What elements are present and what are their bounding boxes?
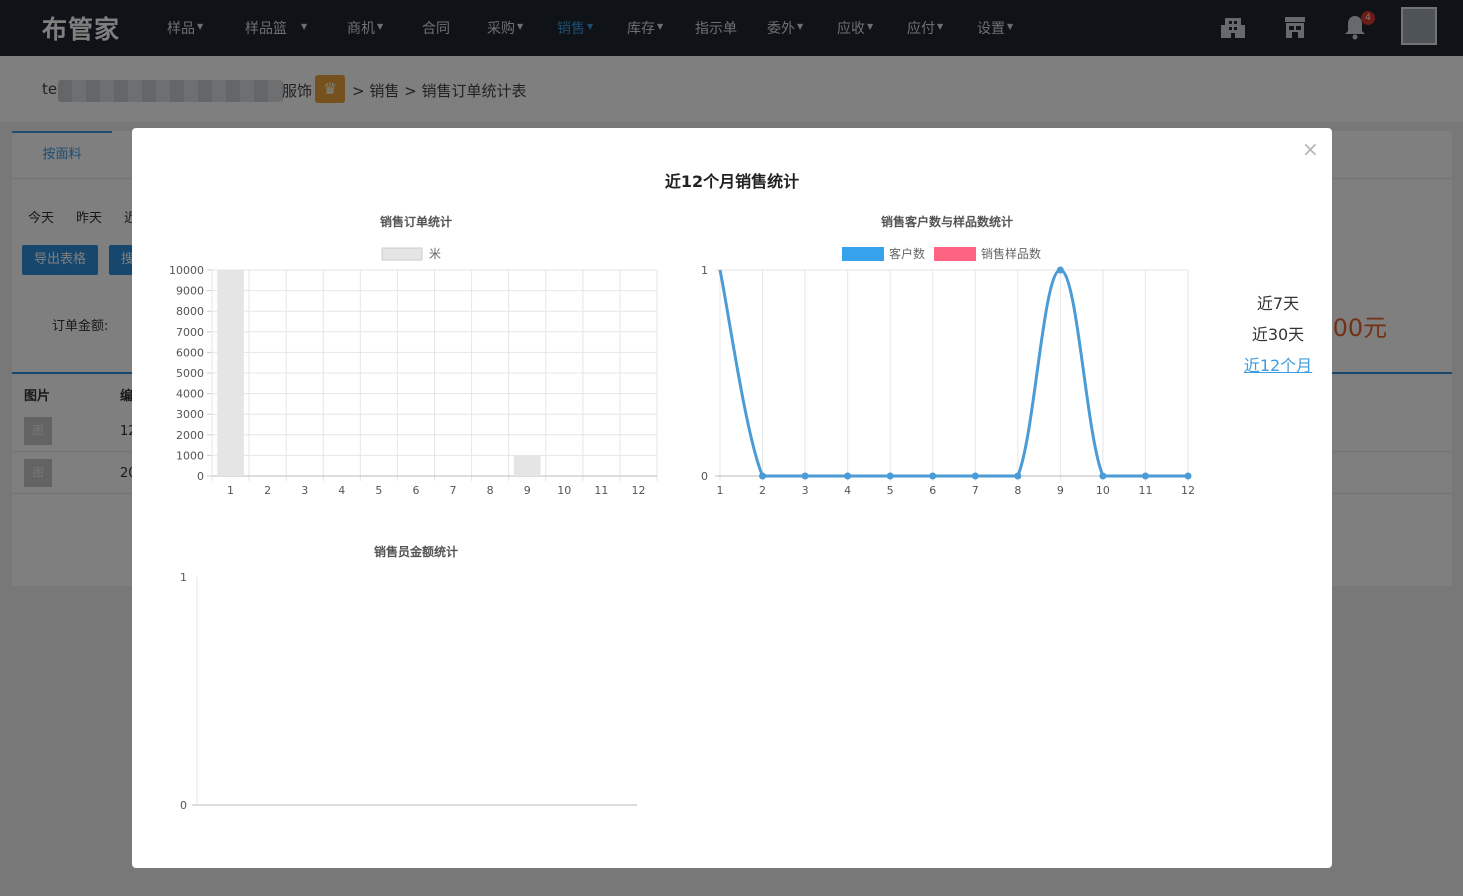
legend-label-samples: 销售样品数 (981, 246, 1041, 261)
y-tick-label: 1000 (176, 449, 204, 462)
y-tick-label: 3000 (176, 408, 204, 421)
x-tick-label: 12 (631, 484, 645, 497)
modal-title: 近12个月销售统计 (664, 172, 800, 191)
x-tick-label: 1 (717, 484, 724, 497)
chart-title-salesperson: 销售员金额统计 (373, 545, 458, 559)
data-point (1099, 472, 1107, 480)
legend-swatch-samples (934, 247, 976, 261)
x-tick-label: 6 (412, 484, 419, 497)
chart-title-customers: 销售客户数与样品数统计 (880, 215, 1013, 229)
data-point (971, 472, 979, 480)
x-tick-label: 9 (1057, 484, 1064, 497)
y-tick-label: 4000 (176, 388, 204, 401)
x-tick-label: 8 (487, 484, 494, 497)
data-point (801, 472, 809, 480)
x-tick-label: 6 (929, 484, 936, 497)
y-tick-label: 6000 (176, 346, 204, 359)
y-tick-label: 10000 (169, 264, 204, 277)
x-tick-label: 10 (557, 484, 571, 497)
x-tick-label: 12 (1181, 484, 1195, 497)
x-tick-label: 10 (1096, 484, 1110, 497)
y-tick-label: 0 (197, 470, 204, 483)
x-tick-label: 3 (301, 484, 308, 497)
y-tick-label: 8000 (176, 305, 204, 318)
y-tick-label: 0 (701, 470, 708, 483)
range-12-months[interactable]: 近12个月 (1233, 352, 1323, 376)
salesperson-chart: 01 (180, 571, 637, 812)
y-tick-label: 2000 (176, 429, 204, 442)
data-point (929, 472, 937, 480)
y-tick-label: 1 (180, 571, 187, 584)
data-point (1141, 472, 1149, 480)
x-tick-label: 5 (375, 484, 382, 497)
data-point (844, 472, 852, 480)
bar (513, 455, 541, 476)
series-line-customers (718, 268, 1188, 478)
customers-line-chart: 011 2 3 4 5 6 7 8 9 10 11 12客户数 销售样品数 (701, 246, 1195, 497)
x-tick-label: 2 (264, 484, 271, 497)
legend-swatch (381, 247, 423, 261)
chart-title-orders: 销售订单统计 (379, 215, 452, 229)
data-point (759, 472, 767, 480)
y-tick-label: 9000 (176, 285, 204, 298)
x-tick-label: 4 (338, 484, 345, 497)
data-point (1184, 472, 1192, 480)
legend-label-customers: 客户数 (889, 246, 925, 261)
range-30-days[interactable]: 近30天 (1233, 321, 1323, 345)
y-tick-label: 7000 (176, 326, 204, 339)
close-icon[interactable]: × (1302, 137, 1319, 161)
x-tick-label: 7 (972, 484, 979, 497)
y-tick-label: 1 (701, 264, 708, 277)
range-7-days[interactable]: 近7天 (1233, 290, 1323, 314)
data-point (1014, 472, 1022, 480)
x-tick-label: 5 (887, 484, 894, 497)
data-point (1056, 266, 1064, 274)
data-point (886, 472, 894, 480)
orders-bar-chart: 0 1000 2000 3000 4000 5000 6000 7000 8000 9000 100… (169, 247, 658, 497)
x-tick-label: 11 (594, 484, 608, 497)
x-tick-label: 1 (227, 484, 234, 497)
x-tick-label: 8 (1014, 484, 1021, 497)
x-tick-label: 11 (1138, 484, 1152, 497)
x-tick-label: 2 (759, 484, 766, 497)
x-tick-label: 3 (802, 484, 809, 497)
legend-label: 米 (429, 247, 441, 261)
legend-swatch-customers (842, 247, 884, 261)
x-tick-label: 4 (844, 484, 851, 497)
x-tick-label: 7 (450, 484, 457, 497)
y-tick-label: 5000 (176, 367, 204, 380)
y-tick-label: 0 (180, 799, 187, 812)
x-tick-label: 9 (524, 484, 531, 497)
bar (217, 270, 244, 476)
